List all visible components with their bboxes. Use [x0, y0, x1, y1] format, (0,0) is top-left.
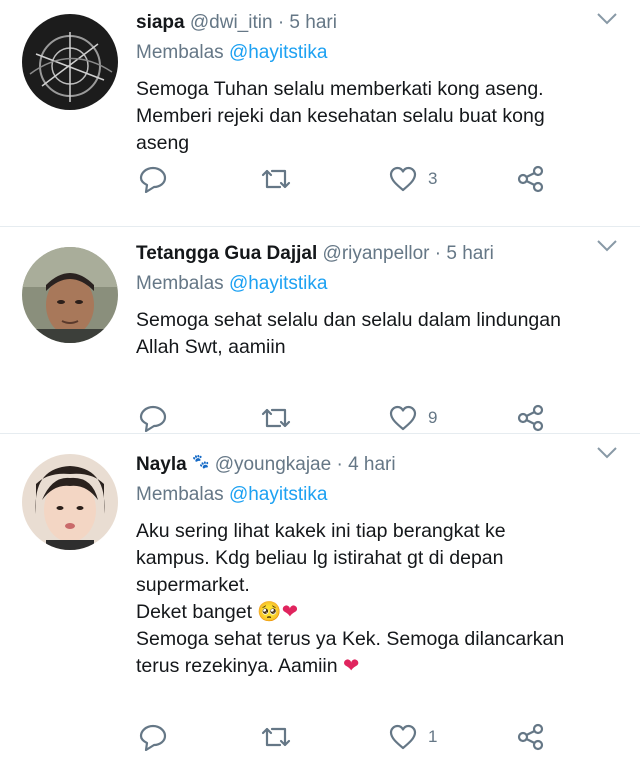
reply-context: Membalas @hayitstika	[136, 271, 616, 297]
reply-button[interactable]	[138, 403, 168, 433]
tweet-reply-1[interactable]: siapa @dwi_itin · 5 hari Membalas @hayit…	[0, 0, 640, 227]
timestamp[interactable]: 4 hari	[348, 454, 396, 475]
tweet-text-line: Deket banget 🥺❤	[136, 599, 616, 626]
reply-icon	[139, 405, 167, 432]
timestamp[interactable]: 5 hari	[289, 12, 337, 33]
reply-prefix: Membalas	[136, 484, 224, 505]
reply-mention-link[interactable]: @hayitstika	[229, 273, 328, 294]
tweet-text: Semoga sehat selalu dan selalu dalam lin…	[136, 307, 616, 361]
heart-emoji: ❤	[343, 655, 360, 677]
retweet-icon	[261, 727, 291, 747]
tweet-text: Semoga Tuhan selalu memberkati kong asen…	[136, 76, 616, 157]
tweet-text-line: Semoga Tuhan selalu memberkati kong asen…	[136, 78, 544, 100]
retweet-button[interactable]	[260, 164, 292, 194]
like-count: 9	[428, 408, 438, 427]
tweet-text-segment: Deket banget 🥺	[136, 601, 282, 623]
timestamp[interactable]: 5 hari	[446, 243, 494, 264]
avatar[interactable]	[22, 247, 118, 343]
tweet-text: Aku sering lihat kakek ini tiap berangka…	[136, 518, 616, 680]
reply-mention-link[interactable]: @hayitstika	[229, 484, 328, 505]
tweet-text-segment: terus rezekinya. Aamiin	[136, 655, 338, 677]
share-icon	[517, 165, 544, 193]
heart-emoji: ❤	[281, 601, 299, 623]
separator-dot: ·	[336, 454, 343, 475]
tweet-text-line: Memberi rejeki dan kesehatan selalu buat…	[136, 105, 545, 127]
reply-icon	[139, 724, 167, 751]
retweet-icon	[261, 169, 291, 189]
tweet-text-line: Semoga sehat selalu dan selalu dalam lin…	[136, 309, 561, 331]
heart-icon	[389, 724, 417, 750]
reply-icon	[139, 166, 167, 193]
retweet-icon	[261, 408, 291, 428]
tweet-text-line: supermarket.	[136, 574, 250, 596]
like-button[interactable]: 3	[388, 164, 437, 194]
avatar[interactable]	[22, 14, 118, 110]
chevron-down-icon[interactable]	[596, 239, 618, 253]
display-name[interactable]: Nayla	[136, 454, 187, 475]
tweet-actions: 3	[136, 164, 616, 194]
reply-button[interactable]	[138, 164, 168, 194]
user-handle[interactable]: @dwi_itin	[190, 12, 273, 33]
share-icon	[517, 404, 544, 432]
tweet-text-line: aseng	[136, 132, 190, 154]
retweet-button[interactable]	[260, 403, 292, 433]
tweet-actions: 1	[136, 722, 616, 752]
chevron-down-icon[interactable]	[596, 12, 618, 26]
reply-context: Membalas @hayitstika	[136, 40, 616, 66]
share-icon	[517, 723, 544, 751]
share-button[interactable]	[516, 722, 546, 752]
retweet-button[interactable]	[260, 722, 292, 752]
tweet-text-line: kampus. Kdg beliau lg istirahat gt di de…	[136, 547, 504, 569]
separator-dot: ·	[434, 243, 442, 264]
user-handle[interactable]: @riyanpellor	[323, 243, 430, 264]
tweet-text-line: Allah Swt, aamiin	[136, 336, 286, 358]
share-button[interactable]	[516, 164, 546, 194]
display-name[interactable]: siapa	[136, 12, 185, 33]
share-button[interactable]	[516, 403, 546, 433]
heart-icon	[389, 405, 417, 431]
reply-mention-link[interactable]: @hayitstika	[229, 42, 328, 63]
tweet-reply-2[interactable]: Tetangga Gua Dajjal @riyanpellor · 5 har…	[0, 227, 640, 434]
heart-icon	[389, 166, 417, 192]
like-count: 1	[428, 727, 438, 746]
reply-prefix: Membalas	[136, 273, 224, 294]
tweet-text-line: Aku sering lihat kakek ini tiap berangka…	[136, 520, 506, 542]
tweet-text-line: terus rezekinya. Aamiin ❤	[136, 653, 616, 680]
avatar[interactable]	[22, 454, 118, 550]
like-button[interactable]: 1	[388, 722, 437, 752]
reply-context: Membalas @hayitstika	[136, 482, 616, 508]
chevron-down-icon[interactable]	[596, 446, 618, 460]
tweet-reply-3[interactable]: Nayla 🐾 @youngkajae · 4 hari Membalas @h…	[0, 434, 640, 762]
separator-dot: ·	[277, 12, 285, 33]
reply-button[interactable]	[138, 722, 168, 752]
reply-prefix: Membalas	[136, 42, 224, 63]
like-count: 3	[428, 169, 438, 188]
tweet-actions: 9	[136, 403, 616, 433]
display-name[interactable]: Tetangga Gua Dajjal	[136, 243, 317, 264]
paw-emoji: 🐾	[191, 453, 210, 469]
tweet-text-line: Semoga sehat terus ya Kek. Semoga dilanc…	[136, 628, 565, 650]
like-button[interactable]: 9	[388, 403, 437, 433]
user-handle[interactable]: @youngkajae	[215, 454, 331, 475]
